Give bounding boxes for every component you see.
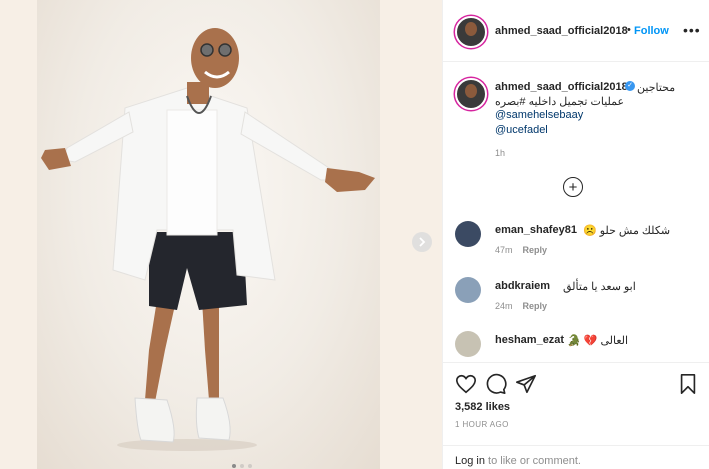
commenter-avatar[interactable] [455,331,481,357]
comment-username[interactable]: hesham_ezat [495,334,564,346]
commenter-avatar[interactable] [455,221,481,247]
caption-text-line1: محتاجين [637,82,676,94]
comment-time: 24m [495,301,513,311]
login-link[interactable]: Log in [455,455,485,467]
post-age: 1 HOUR AGO [455,420,509,429]
instagram-post-page: ahmed_saad_official2018 • Follow ••• ahm… [0,0,709,469]
caption-username[interactable]: ahmed_saad_official2018 [495,81,628,93]
caption-mention[interactable]: @samehelsebaay [495,109,583,121]
comment-reply-button[interactable]: Reply [523,301,548,311]
comment-reply-button[interactable]: Reply [523,245,548,255]
heart-icon[interactable] [455,373,477,395]
comment-meta: 47m Reply [495,245,547,255]
post-side-panel: ahmed_saad_official2018 • Follow ••• ahm… [442,0,709,469]
post-header: ahmed_saad_official2018 • Follow ••• [443,0,709,62]
author-avatar[interactable] [455,16,487,48]
comment-text: العالى 💔 🐊 [567,335,629,347]
post-photo[interactable] [37,0,380,469]
photo-illustration [41,28,375,451]
comment-icon[interactable] [485,373,507,395]
comment-meta: 24m Reply [495,301,547,311]
post-actions: 3,582 likes 1 HOUR AGO Log in to like or… [443,362,709,469]
header-separator: • [627,24,631,36]
verified-badge-icon: ✓ [625,81,635,91]
carousel-dot [240,464,244,468]
more-options-button[interactable]: ••• [683,22,701,38]
caption-timestamp: 1h [495,148,506,158]
comment-time: 47m [495,245,513,255]
load-more-comments-button[interactable]: + [563,177,583,197]
share-icon[interactable] [515,373,537,395]
background-left [0,0,37,469]
carousel-next-button[interactable] [412,232,432,252]
carousel-dot-active [232,464,236,468]
login-prompt-text: to like or comment. [484,455,581,467]
plus-icon: + [568,178,578,196]
comment-username[interactable]: eman_shafey81 [495,224,577,236]
author-username[interactable]: ahmed_saad_official2018 [495,25,628,37]
caption-mention[interactable]: @ucefadel [495,124,548,136]
carousel-dots [232,464,252,468]
comment-text: شكلك مش حلو ☹️ [583,225,671,237]
comment-username[interactable]: abdkraiem [495,280,550,292]
background-right [380,0,442,469]
carousel-dot [248,464,252,468]
caption-text-line2: عمليات تجميل داخليه #بصره [495,96,625,108]
comment-text: ابو سعد يا متألق [563,281,636,293]
chevron-right-icon [419,237,426,247]
likes-count[interactable]: 3,582 likes [455,401,510,413]
commenter-avatar[interactable] [455,277,481,303]
caption-avatar[interactable] [455,78,487,110]
follow-button[interactable]: Follow [634,25,669,37]
bookmark-icon[interactable] [677,373,699,395]
login-prompt: Log in to like or comment. [443,445,709,469]
